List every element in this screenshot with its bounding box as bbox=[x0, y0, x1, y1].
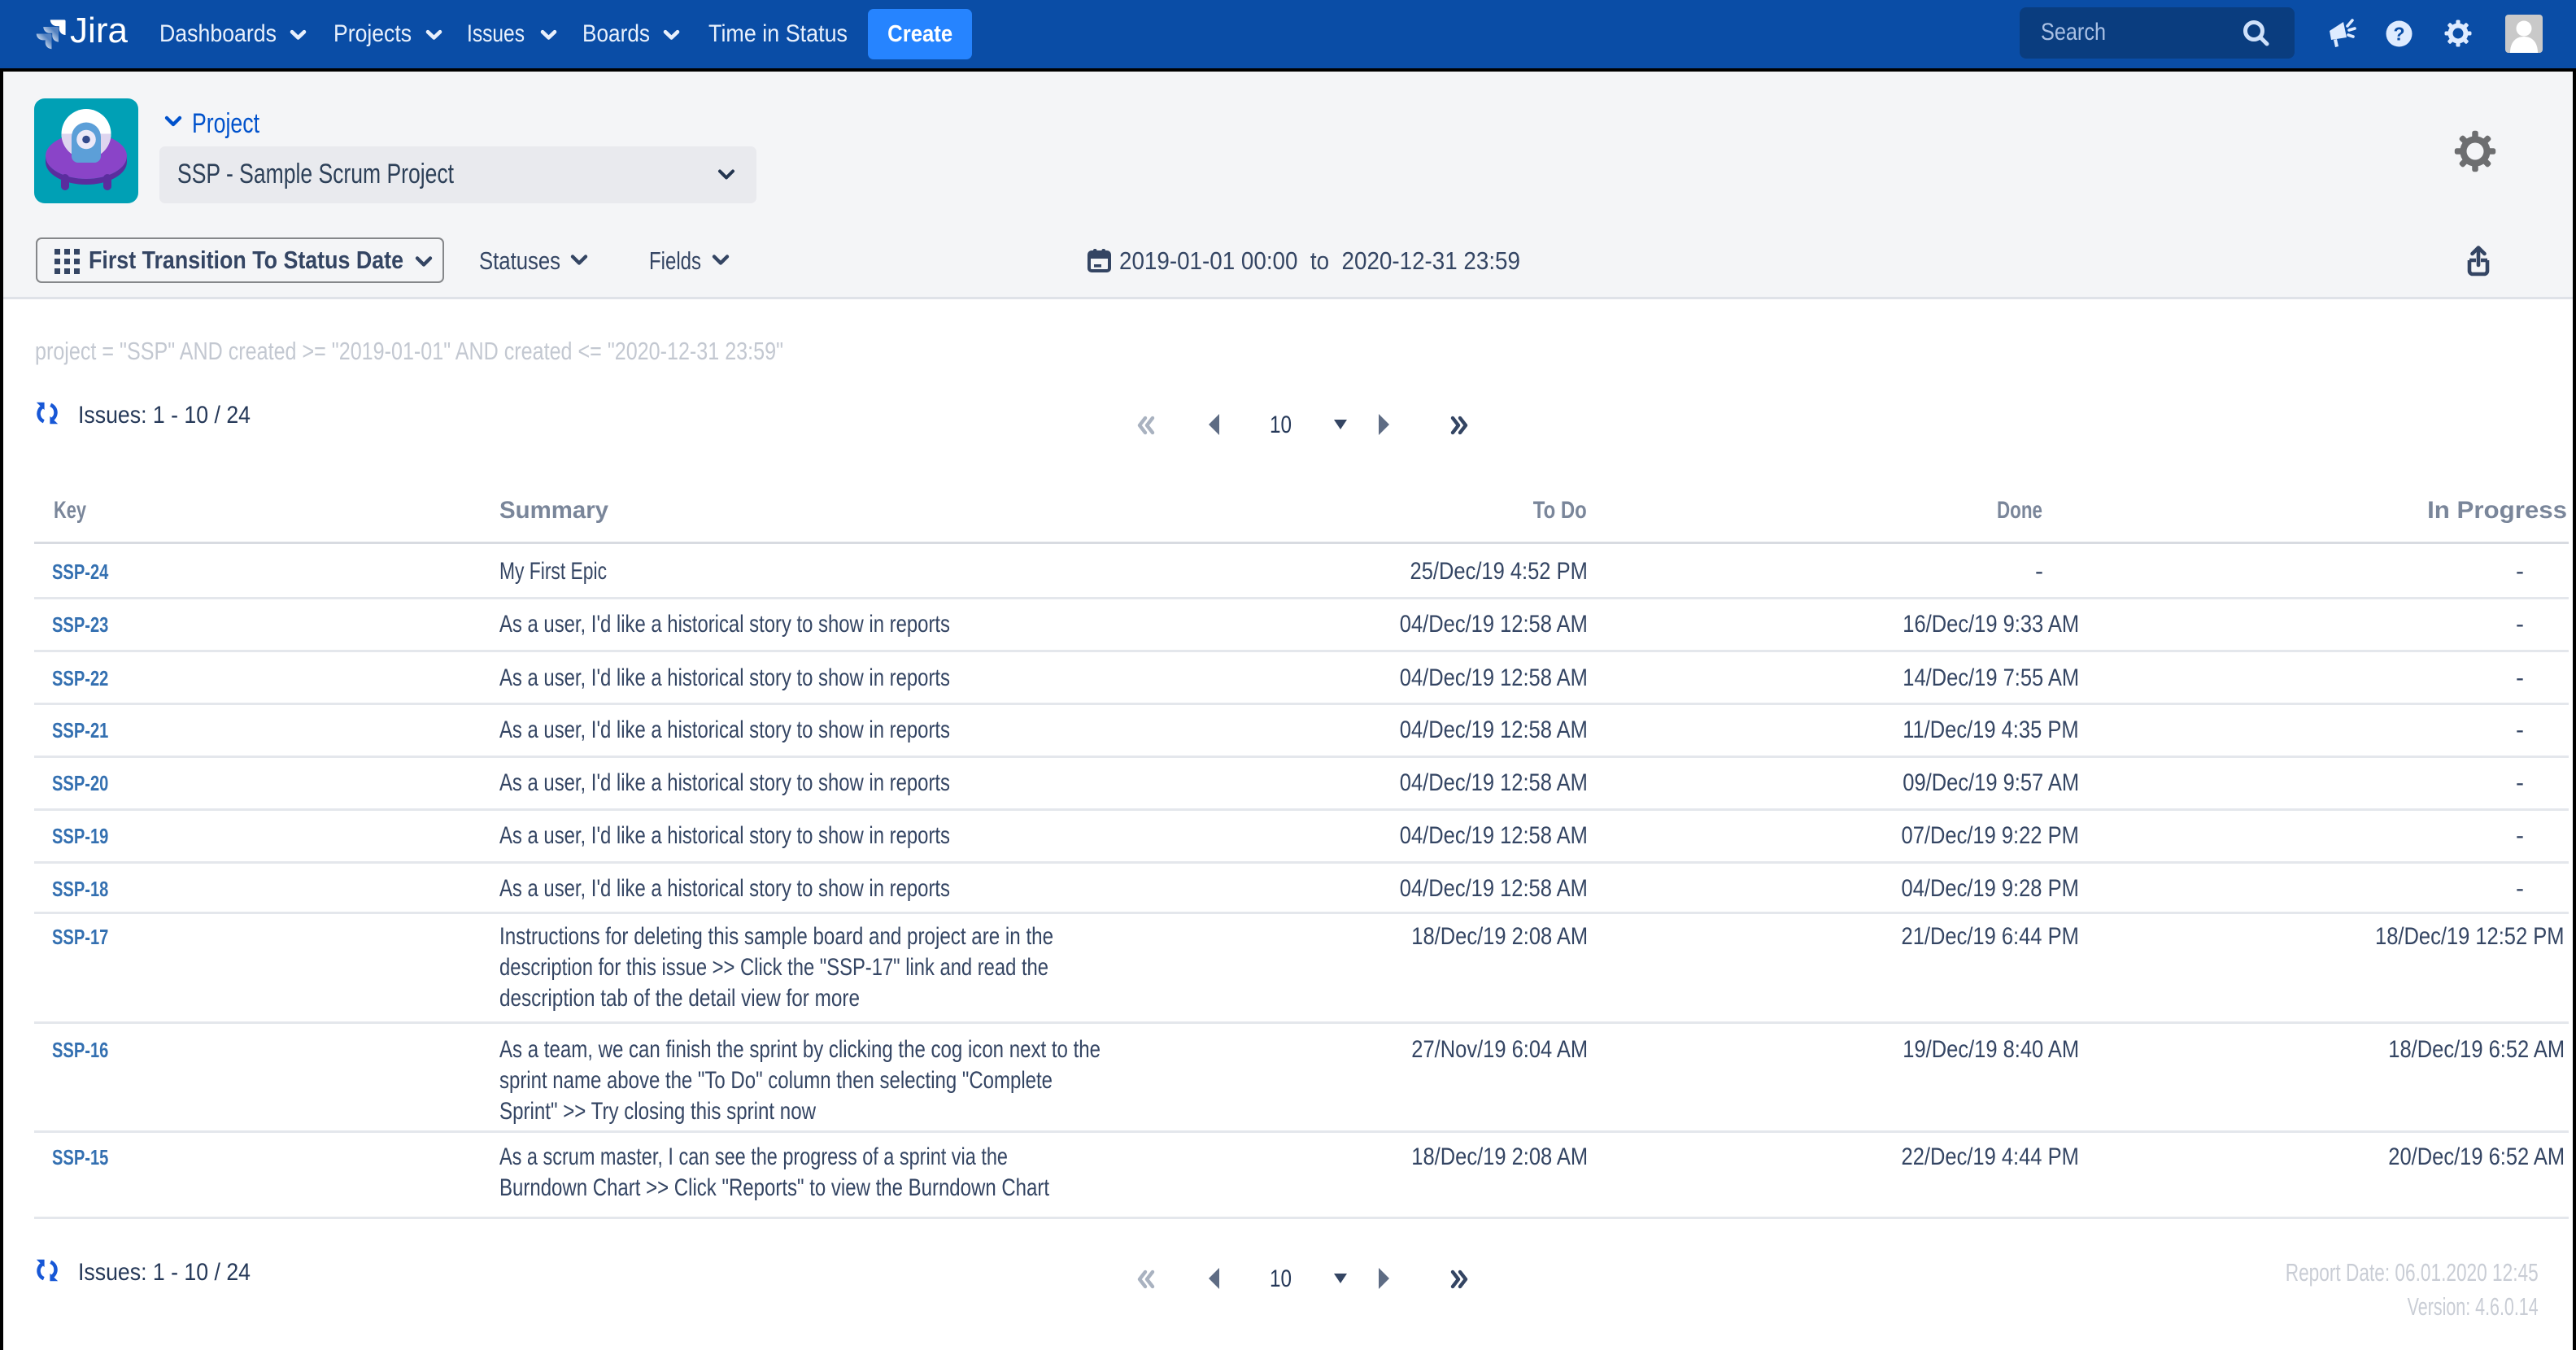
svg-text:?: ? bbox=[2393, 24, 2404, 45]
